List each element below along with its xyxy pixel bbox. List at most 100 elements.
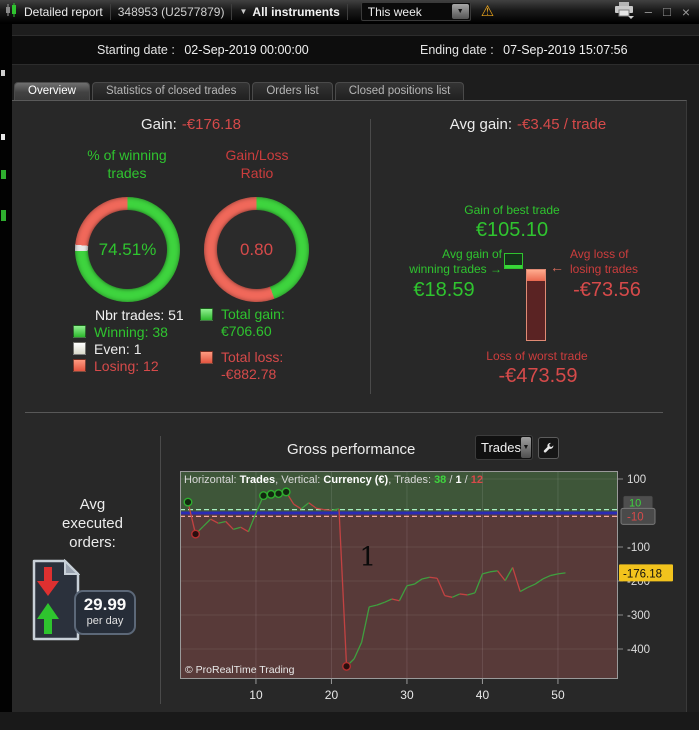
tab-closed-positions-list[interactable]: Closed positions list	[334, 82, 465, 100]
total-gain-value: €706.60	[221, 323, 272, 339]
ending-date: Ending date : 07-Sep-2019 15:07:56	[420, 36, 628, 64]
svg-text:-300: -300	[627, 610, 650, 622]
chart-mode-value: Trades	[481, 440, 521, 455]
avg-win-label: Avg gain of winning trades →	[409, 247, 502, 276]
svg-text:50: 50	[551, 688, 565, 702]
green-swatch-icon	[200, 308, 213, 321]
background-window-sliver	[1, 134, 5, 140]
starting-date-value: 02-Sep-2019 00:00:00	[184, 43, 309, 57]
avg-loss-value: -€73.56	[573, 279, 641, 301]
winning-trades-row: Winning: 38	[73, 323, 184, 340]
instruments-dropdown[interactable]: All instruments	[252, 5, 339, 19]
minimize-button[interactable]: –	[645, 4, 652, 19]
best-trade-label: Gain of best trade	[464, 203, 560, 217]
print-button[interactable]	[614, 1, 634, 22]
tab-overview[interactable]: Overview	[14, 82, 90, 100]
gain-label: Gain:	[140, 116, 177, 133]
total-gain-block: Total gain: €706.60	[200, 306, 285, 340]
chart-mode-dropdown[interactable]: Trades ▼	[475, 435, 533, 460]
best-trade-value: €105.10	[475, 219, 549, 241]
maximize-button[interactable]: □	[663, 4, 671, 19]
detailed-report-window: Detailed report 348953 (U2577879) ▼ All …	[0, 0, 699, 730]
arrow-left-icon: ←	[550, 259, 564, 275]
total-loss-block: Total loss: -€882.78	[200, 349, 283, 383]
ending-date-label: Ending date :	[420, 43, 494, 57]
gain-value: -€176.18	[181, 116, 242, 133]
worst-trade-label: Loss of worst trade	[486, 349, 588, 363]
divider	[231, 3, 233, 20]
divider	[109, 3, 111, 20]
avg-orders-unit: per day	[86, 615, 124, 627]
gross-performance-label: Gross performance	[287, 441, 416, 458]
avg-loss-band	[527, 270, 545, 281]
avg-gain-header: Avg gain: -€3.45 / trade	[370, 116, 686, 133]
chevron-down-icon: ▼	[239, 7, 248, 16]
horizontal-divider	[25, 412, 663, 413]
red-swatch-icon	[200, 351, 213, 364]
losing-trades: Losing: 12	[94, 357, 159, 374]
starting-date: Starting date : 02-Sep-2019 00:00:00	[97, 36, 309, 64]
period-select[interactable]: This week ▼	[360, 2, 471, 21]
even-trades-row: Even: 1	[73, 340, 184, 357]
avg-orders-badge: 29.99 per day	[74, 590, 136, 635]
winning-trades: Winning: 38	[94, 323, 168, 340]
chevron-down-icon[interactable]: ▼	[451, 4, 469, 19]
total-loss-value: -€882.78	[221, 366, 277, 382]
avg-orders-value: 29.99	[83, 595, 127, 614]
period-select-value: This week	[367, 4, 422, 19]
report-tabs: Overview Statistics of closed trades Ord…	[14, 82, 465, 100]
best-trade-bar	[504, 253, 523, 269]
chart-settings-button[interactable]	[538, 437, 559, 459]
window-title: Detailed report	[24, 4, 103, 19]
account-id: 348953 (U2577879)	[117, 4, 225, 19]
avg-loss-label: Avg loss of losing trades	[570, 247, 639, 276]
background-window-sliver	[1, 170, 6, 179]
avg-win-value: €18.59	[413, 279, 475, 301]
candlestick-chart-icon	[5, 3, 18, 20]
total-gain-label: Total gain:	[221, 306, 285, 322]
warning-icon: ⚠	[480, 3, 495, 20]
green-swatch-icon	[73, 325, 86, 338]
orders-document-icon	[32, 558, 81, 646]
trades-stats: Nbr trades: 51 Winning: 38 Even: 1 Losin…	[73, 306, 184, 374]
svg-text:-400: -400	[627, 644, 650, 656]
losing-trades-row: Losing: 12	[73, 357, 184, 374]
ending-date-value: 07-Sep-2019 15:07:56	[503, 43, 628, 57]
total-loss-label: Total loss:	[221, 349, 284, 365]
ratio-donut-title: Gain/Loss Ratio	[225, 147, 289, 181]
svg-text:10: 10	[249, 688, 263, 702]
gross-performance-chart: 1 Horizontal: Trades, Vertical: Currency …	[180, 471, 686, 711]
chevron-down-icon[interactable]: ▼	[520, 437, 531, 458]
winning-donut-value: 74.51%	[98, 239, 157, 259]
avg-gain-label: Avg gain:	[449, 116, 513, 133]
svg-text:100: 100	[627, 474, 646, 486]
svg-text:10: 10	[629, 498, 641, 510]
starting-date-label: Starting date :	[97, 43, 175, 57]
window-bottom-strip	[0, 712, 699, 730]
svg-text:Horizontal: Trades, Vertical:: Horizontal: Trades, Vertical: Currency (…	[184, 474, 483, 486]
vertical-divider	[160, 436, 161, 704]
svg-text:-100: -100	[627, 542, 650, 554]
svg-text:-176.18: -176.18	[623, 568, 662, 580]
svg-text:40: 40	[476, 688, 490, 702]
avg-orders-label: Avg executed orders:	[62, 496, 123, 551]
background-window-edge	[0, 24, 12, 730]
avg-win-band	[505, 265, 522, 268]
svg-text:© ProRealTime Trading: © ProRealTime Trading	[185, 664, 295, 676]
even-trades: Even: 1	[94, 340, 142, 357]
divider	[346, 3, 348, 20]
close-button[interactable]: ×	[682, 4, 690, 20]
tab-orders-list[interactable]: Orders list	[252, 82, 333, 100]
nbr-trades: Nbr trades: 51	[95, 306, 184, 323]
tab-statistics-of-closed-trades[interactable]: Statistics of closed trades	[91, 82, 251, 100]
svg-text:30: 30	[400, 688, 414, 702]
worst-trade-bar	[526, 269, 546, 341]
red-swatch-icon	[73, 359, 86, 372]
winning-donut-chart: 74.51%	[75, 197, 180, 302]
svg-text:20: 20	[325, 688, 339, 702]
title-bar: Detailed report 348953 (U2577879) ▼ All …	[0, 0, 699, 24]
worst-trade-value: -€473.59	[498, 365, 578, 387]
gain-header: Gain: -€176.18	[12, 116, 370, 133]
background-window-sliver	[1, 210, 6, 221]
avg-gain-value: -€3.45 / trade	[517, 116, 607, 133]
